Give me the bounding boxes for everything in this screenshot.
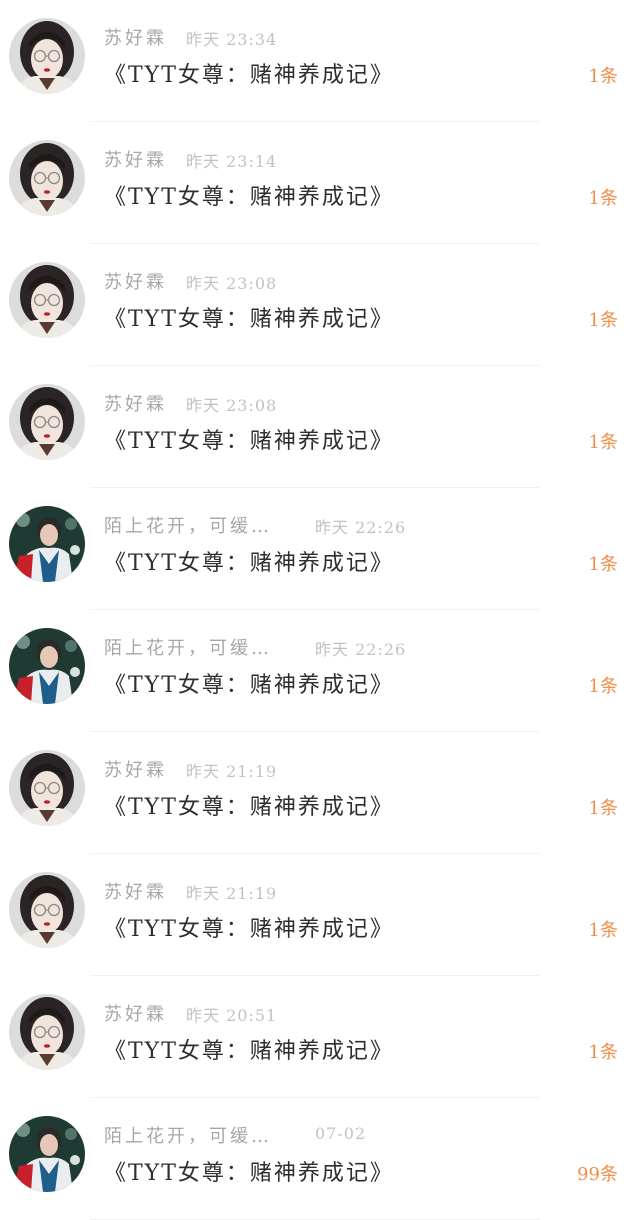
message-time: 07-02 bbox=[315, 1124, 367, 1143]
message-time: 昨天 23:14 bbox=[186, 152, 278, 171]
avatar[interactable] bbox=[9, 628, 85, 704]
sender-name: 苏好霖 bbox=[104, 760, 167, 781]
sender-name: 苏好霖 bbox=[104, 882, 167, 903]
message-time: 昨天 22:26 bbox=[315, 640, 407, 659]
sender-name: 苏好霖 bbox=[104, 272, 167, 293]
message-time: 昨天 22:26 bbox=[315, 518, 407, 537]
message-title: 《TYT女尊：赌神养成记》 bbox=[104, 917, 394, 942]
avatar[interactable] bbox=[9, 140, 85, 216]
sender-name: 陌上花开，可缓… bbox=[104, 516, 272, 537]
message-row[interactable]: 苏好霖 昨天 23:34 《TYT女尊：赌神养成记》 1条 bbox=[0, 0, 640, 122]
message-row[interactable]: 苏好霖 昨天 23:08 《TYT女尊：赌神养成记》 1条 bbox=[0, 366, 640, 488]
message-time: 昨天 20:51 bbox=[186, 1006, 278, 1025]
message-row[interactable]: 陌上花开，可缓… 昨天 22:26 《TYT女尊：赌神养成记》 1条 bbox=[0, 610, 640, 732]
sender-name: 苏好霖 bbox=[104, 394, 167, 415]
message-row[interactable]: 苏好霖 昨天 21:19 《TYT女尊：赌神养成记》 1条 bbox=[0, 854, 640, 976]
message-count-badge: 1条 bbox=[588, 66, 618, 87]
message-row[interactable]: 苏好霖 昨天 23:14 《TYT女尊：赌神养成记》 1条 bbox=[0, 122, 640, 244]
avatar[interactable] bbox=[9, 1116, 85, 1192]
boy-jacket-avatar-icon bbox=[9, 1116, 85, 1192]
message-count-badge: 99条 bbox=[577, 1164, 618, 1185]
message-time: 昨天 21:19 bbox=[186, 762, 278, 781]
sender-name: 陌上花开，可缓… bbox=[104, 1126, 272, 1147]
sender-name: 陌上花开，可缓… bbox=[104, 638, 272, 659]
message-title: 《TYT女尊：赌神养成记》 bbox=[104, 673, 394, 698]
message-row[interactable]: 苏好霖 昨天 23:08 《TYT女尊：赌神养成记》 1条 bbox=[0, 244, 640, 366]
message-count-badge: 1条 bbox=[588, 676, 618, 697]
message-count-badge: 1条 bbox=[588, 432, 618, 453]
message-title: 《TYT女尊：赌神养成记》 bbox=[104, 795, 394, 820]
message-time: 昨天 23:08 bbox=[186, 396, 278, 415]
sender-name: 苏好霖 bbox=[104, 150, 167, 171]
girl-glasses-avatar-icon bbox=[9, 994, 85, 1070]
avatar[interactable] bbox=[9, 994, 85, 1070]
message-count-badge: 1条 bbox=[588, 188, 618, 209]
message-title: 《TYT女尊：赌神养成记》 bbox=[104, 1039, 394, 1064]
message-title: 《TYT女尊：赌神养成记》 bbox=[104, 551, 394, 576]
boy-jacket-avatar-icon bbox=[9, 506, 85, 582]
message-title: 《TYT女尊：赌神养成记》 bbox=[104, 1161, 394, 1186]
message-title: 《TYT女尊：赌神养成记》 bbox=[104, 429, 394, 454]
message-row[interactable]: 陌上花开，可缓… 昨天 22:26 《TYT女尊：赌神养成记》 1条 bbox=[0, 488, 640, 610]
message-count-badge: 1条 bbox=[588, 798, 618, 819]
avatar[interactable] bbox=[9, 262, 85, 338]
message-row[interactable]: 苏好霖 昨天 21:19 《TYT女尊：赌神养成记》 1条 bbox=[0, 732, 640, 854]
girl-glasses-avatar-icon bbox=[9, 262, 85, 338]
message-count-badge: 1条 bbox=[588, 920, 618, 941]
message-title: 《TYT女尊：赌神养成记》 bbox=[104, 185, 394, 210]
avatar[interactable] bbox=[9, 872, 85, 948]
message-row[interactable]: 苏好霖 昨天 20:51 《TYT女尊：赌神养成记》 1条 bbox=[0, 976, 640, 1098]
message-row[interactable]: 陌上花开，可缓… 07-02 《TYT女尊：赌神养成记》 99条 bbox=[0, 1098, 640, 1220]
message-time: 昨天 23:08 bbox=[186, 274, 278, 293]
sender-name: 苏好霖 bbox=[104, 1004, 167, 1025]
sender-name: 苏好霖 bbox=[104, 28, 167, 49]
message-time: 昨天 21:19 bbox=[186, 884, 278, 903]
message-list: 苏好霖 昨天 23:34 《TYT女尊：赌神养成记》 1条 苏好霖 昨天 23:14 《TY… bbox=[0, 0, 640, 1220]
avatar[interactable] bbox=[9, 750, 85, 826]
message-count-badge: 1条 bbox=[588, 1042, 618, 1063]
avatar[interactable] bbox=[9, 506, 85, 582]
message-title: 《TYT女尊：赌神养成记》 bbox=[104, 63, 394, 88]
girl-glasses-avatar-icon bbox=[9, 872, 85, 948]
girl-glasses-avatar-icon bbox=[9, 384, 85, 460]
message-count-badge: 1条 bbox=[588, 554, 618, 575]
avatar[interactable] bbox=[9, 18, 85, 94]
message-time: 昨天 23:34 bbox=[186, 30, 278, 49]
message-count-badge: 1条 bbox=[588, 310, 618, 331]
girl-glasses-avatar-icon bbox=[9, 18, 85, 94]
boy-jacket-avatar-icon bbox=[9, 628, 85, 704]
avatar[interactable] bbox=[9, 384, 85, 460]
message-title: 《TYT女尊：赌神养成记》 bbox=[104, 307, 394, 332]
girl-glasses-avatar-icon bbox=[9, 750, 85, 826]
girl-glasses-avatar-icon bbox=[9, 140, 85, 216]
